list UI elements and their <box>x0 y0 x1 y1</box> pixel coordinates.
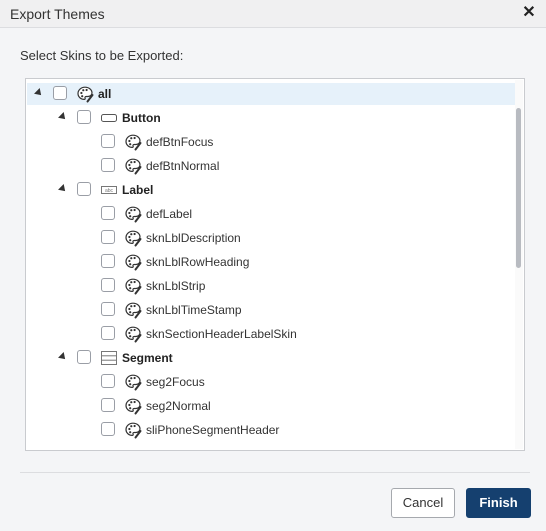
tree-skin-item[interactable]: seg2Normal <box>27 395 515 417</box>
tree-group-item[interactable]: Segment <box>27 347 515 369</box>
tree-item-checkbox[interactable] <box>101 230 115 244</box>
expand-arrow-icon[interactable] <box>58 352 68 362</box>
skins-tree[interactable]: sliPhoneSegmentHeader seg2Normal seg2Focus… <box>25 78 525 451</box>
tree-item-checkbox[interactable] <box>101 398 115 412</box>
close-icon[interactable]: ✕ <box>521 4 537 22</box>
tree-item-label: sknLblRowHeading <box>146 255 250 269</box>
palette-icon <box>124 157 142 175</box>
tree-item-checkbox[interactable] <box>101 158 115 172</box>
palette-icon <box>124 229 142 247</box>
segment-widget-icon <box>100 349 118 367</box>
tree-item-checkbox[interactable] <box>101 254 115 268</box>
tree-item-label: all <box>98 87 112 101</box>
tree-item-label: defBtnNormal <box>146 159 220 173</box>
expand-arrow-icon[interactable] <box>58 184 68 194</box>
cancel-button[interactable]: Cancel <box>391 488 455 518</box>
tree-group-item[interactable]: Button <box>27 107 515 129</box>
palette-icon <box>76 85 94 103</box>
tree-item-checkbox[interactable] <box>53 86 67 100</box>
tree-item-checkbox[interactable] <box>77 110 91 124</box>
tree-skin-item[interactable]: sknLblTimeStamp <box>27 299 515 321</box>
tree-skin-item[interactable]: sknLblRowHeading <box>27 251 515 273</box>
tree-root-item[interactable]: all <box>27 83 515 105</box>
palette-icon <box>124 325 142 343</box>
tree-item-label: defLabel <box>146 207 193 221</box>
tree-skin-item[interactable]: defBtnNormal <box>27 155 515 177</box>
tree-item-label: Button <box>122 111 161 125</box>
palette-icon <box>124 277 142 295</box>
palette-icon <box>124 421 142 439</box>
instruction-text: Select Skins to be Exported: <box>20 48 184 63</box>
palette-icon <box>124 397 142 415</box>
tree-group-item[interactable]: abc Label <box>27 179 515 201</box>
tree-skin-item[interactable]: sknSectionHeaderLabelSkin <box>27 323 515 345</box>
tree-item-checkbox[interactable] <box>77 182 91 196</box>
tree-skin-item[interactable]: defBtnFocus <box>27 131 515 153</box>
tree-skin-item[interactable]: sknLblStrip <box>27 275 515 297</box>
tree-skin-item[interactable]: seg2Focus <box>27 371 515 393</box>
dialog-content: Select Skins to be Exported: sliPhoneSeg… <box>0 28 546 531</box>
tree-scrollbar[interactable] <box>515 80 523 449</box>
tree-item-label: seg2Normal <box>146 399 211 413</box>
tree-item-checkbox[interactable] <box>101 374 115 388</box>
tree-item-checkbox[interactable] <box>77 350 91 364</box>
tree-skin-item[interactable]: defLabel <box>27 203 515 225</box>
export-themes-dialog: Export Themes ✕ Select Skins to be Expor… <box>0 0 546 531</box>
tree-item-checkbox[interactable] <box>101 326 115 340</box>
palette-icon <box>124 301 142 319</box>
tree-item-checkbox[interactable] <box>101 206 115 220</box>
tree-item-checkbox[interactable] <box>101 302 115 316</box>
tree-item-label: sknLblDescription <box>146 231 241 245</box>
tree-item-checkbox[interactable] <box>101 278 115 292</box>
palette-icon <box>124 373 142 391</box>
tree-item-label: sknLblStrip <box>146 279 206 293</box>
tree-item-checkbox[interactable] <box>101 422 115 436</box>
palette-icon <box>124 133 142 151</box>
palette-icon <box>124 205 142 223</box>
tree-item-label: sliPhoneSegmentHeader <box>146 423 280 437</box>
tree-skin-item[interactable]: sknLblDescription <box>27 227 515 249</box>
button-widget-icon <box>100 109 118 127</box>
expand-arrow-icon[interactable] <box>34 88 44 98</box>
tree-item-label: Segment <box>122 351 173 365</box>
tree-skin-item[interactable]: sliPhoneSegmentHeader <box>27 419 515 441</box>
tree-item-label: sknSectionHeaderLabelSkin <box>146 327 297 341</box>
tree-item-label: seg2Focus <box>146 375 205 389</box>
footer-divider <box>20 472 530 473</box>
dialog-titlebar: Export Themes ✕ <box>0 0 546 28</box>
dialog-title: Export Themes <box>10 6 105 22</box>
tree-item-label: Label <box>122 183 154 197</box>
tree-item-checkbox[interactable] <box>101 134 115 148</box>
label-widget-icon: abc <box>100 181 118 199</box>
palette-icon <box>124 253 142 271</box>
finish-button[interactable]: Finish <box>466 488 531 518</box>
tree-item-label: sknLblTimeStamp <box>146 303 242 317</box>
svg-text:abc: abc <box>105 188 114 194</box>
scrollbar-thumb[interactable] <box>516 108 521 268</box>
tree-item-label: defBtnFocus <box>146 135 214 149</box>
expand-arrow-icon[interactable] <box>58 112 68 122</box>
